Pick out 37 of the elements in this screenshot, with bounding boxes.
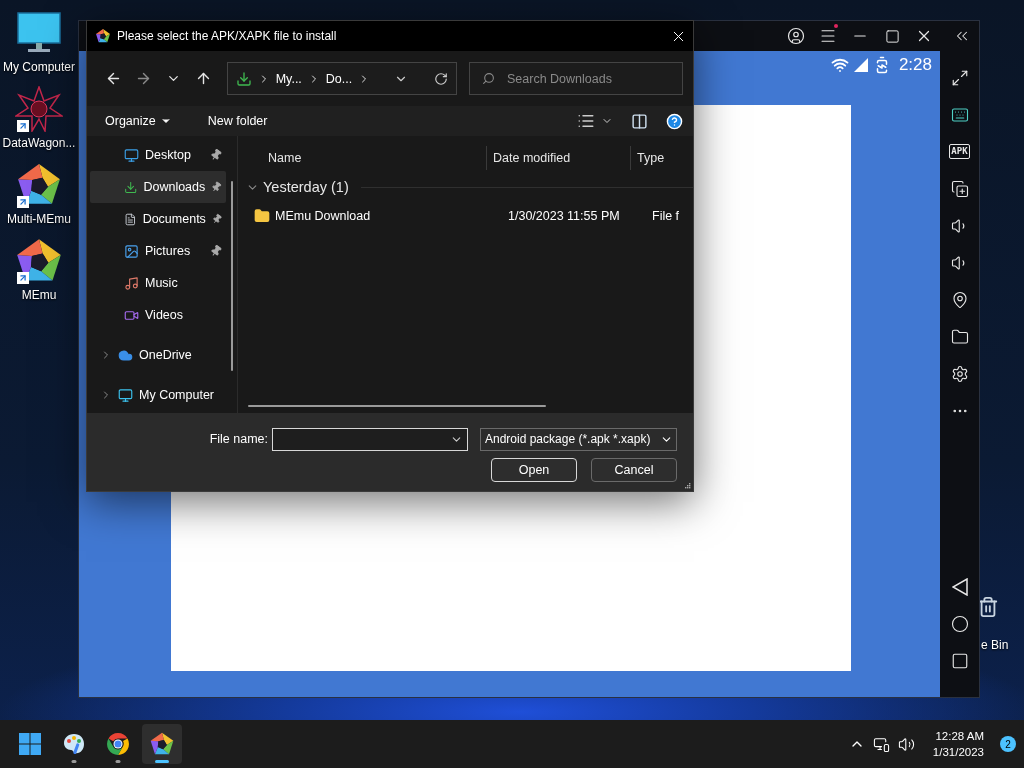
status-time: 2:28 (898, 55, 932, 75)
clock-date[interactable]: 1/31/2023 (932, 744, 984, 760)
column-header[interactable]: Type (630, 146, 690, 170)
column-header[interactable]: Date modified (486, 146, 630, 170)
new-folder-button[interactable]: New folder (203, 112, 272, 130)
clock-time[interactable]: 12:28 AM (935, 728, 984, 744)
open-button[interactable]: Open (491, 458, 577, 482)
nav-item[interactable]: OneDrive (90, 339, 226, 371)
nav-item[interactable]: Downloads (90, 171, 226, 203)
column-header[interactable]: Name (246, 146, 486, 170)
nav-item[interactable]: My Computer (90, 379, 226, 411)
desktop-icon-label[interactable]: MEmu (21, 288, 57, 302)
type-cell: File f (652, 209, 680, 223)
breadcrumb-item[interactable]: My... (275, 71, 302, 86)
search-field[interactable]: Search Downloads (469, 62, 683, 95)
nav-item[interactable]: Desktop (90, 139, 226, 171)
desktop-icon-label[interactable]: DataWagon... (2, 136, 76, 150)
nav-item[interactable]: Videos (90, 299, 226, 331)
address-bar[interactable]: My... Do... (226, 62, 457, 95)
breadcrumb-item[interactable]: Do... (325, 71, 353, 86)
nav-item[interactable]: Music (90, 267, 226, 299)
desktop-icon-label[interactable]: e Bin (981, 638, 1009, 652)
dialog-title: Please select the APK/XAPK file to install (117, 29, 338, 43)
apk-button[interactable]: APK (949, 144, 970, 159)
file-name[interactable]: MEmu Download (275, 209, 371, 223)
notification-badge[interactable]: 2 (1000, 736, 1016, 752)
group-header[interactable]: Yesterday (1) (263, 179, 349, 195)
search-input[interactable]: Search Downloads (505, 70, 670, 87)
file-type-select[interactable]: Android package (*.apk *.xapk) (480, 427, 677, 451)
desktop-icon-label[interactable]: My Computer (3, 60, 75, 74)
nav-item[interactable]: Documents (90, 203, 226, 235)
date-cell: 1/30/2023 11:55 PM (508, 209, 620, 223)
organize-menu[interactable]: Organize (101, 112, 176, 130)
file-name-label: File name: (209, 432, 268, 446)
nav-item[interactable]: Pictures (90, 235, 226, 267)
cancel-button[interactable]: Cancel (591, 458, 677, 482)
desktop-icon-label[interactable]: Multi-MEmu (7, 212, 71, 226)
